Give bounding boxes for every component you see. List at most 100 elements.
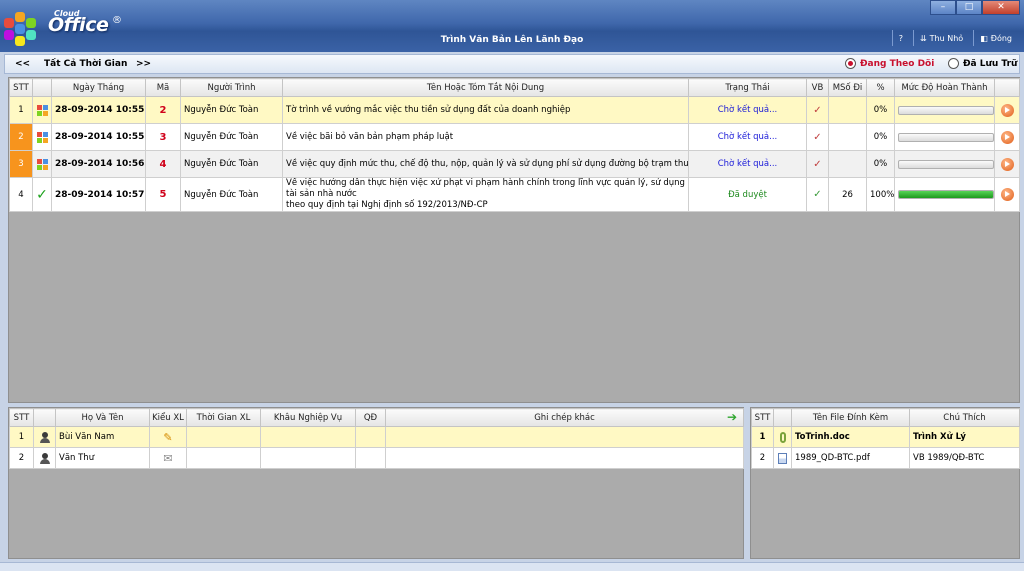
- col-qd[interactable]: QĐ: [355, 408, 386, 427]
- row-percent: 0%: [866, 123, 895, 151]
- col-progress[interactable]: Mức Độ Hoàn Thành: [894, 78, 995, 97]
- window-controls: – □ ✕: [930, 0, 1020, 15]
- row-status[interactable]: Chờ kết quả...: [688, 150, 807, 178]
- col-stage[interactable]: Khâu Nghiệp Vụ: [260, 408, 356, 427]
- radio-following[interactable]: Đang Theo Dõi: [845, 58, 934, 69]
- col-code[interactable]: Mã: [145, 78, 181, 97]
- col-status[interactable]: Trạng Thái: [688, 78, 807, 97]
- row-submitter: Nguyễn Đức Toàn: [180, 123, 283, 151]
- row-stt: 1: [751, 426, 774, 448]
- person-icon: [39, 452, 50, 464]
- table-row[interactable]: 2 1989_QD-BTC.pdf VB 1989/QĐ-BTC: [751, 447, 1020, 469]
- table-row[interactable]: 2 Văn Thư ✉: [9, 447, 744, 469]
- row-vb-check-icon: ✓: [806, 150, 829, 178]
- app-grid-icon: [36, 104, 48, 116]
- col-type[interactable]: Kiểu XL: [149, 408, 187, 427]
- row-stage: [260, 426, 356, 448]
- row-out-number: [828, 123, 867, 151]
- row-status[interactable]: Chờ kết quả...: [688, 123, 807, 151]
- col-submitter[interactable]: Người Trình: [180, 78, 283, 97]
- help-button[interactable]: ?: [891, 30, 909, 46]
- radio-archived[interactable]: Đã Lưu Trữ: [948, 58, 1017, 69]
- collapse-label: Thu Nhỏ: [929, 33, 964, 43]
- pencil-icon: ✎: [149, 426, 187, 448]
- col-stt[interactable]: STT: [9, 408, 34, 427]
- col-icon[interactable]: [33, 408, 56, 427]
- arrow-right-icon[interactable]: ➔: [727, 411, 737, 423]
- table-row[interactable]: 4 ✓ 28-09-2014 10:57 5 Nguyễn Đức Toàn V…: [9, 177, 1020, 212]
- radio-off-icon: [948, 58, 959, 69]
- title-bar: Cloud Office ® Trình Văn Bản Lên Lãnh Đạ…: [0, 0, 1024, 52]
- col-name[interactable]: Họ Và Tên: [55, 408, 150, 427]
- col-notes[interactable]: Ghi chép khác ➔: [385, 408, 744, 427]
- filter-bar: << Tất Cả Thời Gian >> Đang Theo Dõi Đã …: [4, 54, 1020, 74]
- prev-period-button[interactable]: <<: [15, 59, 30, 69]
- collapse-icon: ⇊: [919, 33, 927, 43]
- row-vb-check-icon: ✓: [806, 123, 829, 151]
- col-percent[interactable]: %: [866, 78, 895, 97]
- progress-bar: [898, 190, 994, 199]
- row-date: 28-09-2014 10:55: [51, 96, 146, 124]
- handlers-grid: STT Họ Và Tên Kiểu XL Thời Gian XL Khâu …: [8, 407, 744, 559]
- open-detail-icon[interactable]: [1000, 188, 1014, 201]
- row-out-number: 26: [828, 177, 867, 212]
- row-content-line1: Về việc hướng dẫn thực hiện việc xử phạt…: [286, 178, 685, 200]
- row-stt: 2: [751, 447, 774, 469]
- open-detail-icon[interactable]: [1000, 103, 1014, 117]
- row-file[interactable]: 1989_QD-BTC.pdf: [791, 447, 910, 469]
- open-detail-icon[interactable]: [1000, 157, 1014, 171]
- table-row[interactable]: 2 28-09-2014 10:55 3 Nguyễn Đức Toàn Về …: [9, 123, 1020, 151]
- approved-check-icon: ✓: [32, 177, 52, 212]
- documents-grid: STT Ngày Tháng Mã Người Trình Tên Hoặc T…: [8, 77, 1020, 403]
- row-submitter: Nguyễn Đức Toàn: [180, 96, 283, 124]
- col-notes-label: Ghi chép khác: [534, 412, 595, 423]
- row-code: 3: [145, 123, 181, 151]
- col-vb[interactable]: VB: [806, 78, 829, 97]
- pdf-icon: [778, 452, 787, 464]
- next-period-button[interactable]: >>: [136, 59, 151, 69]
- row-status[interactable]: Đã duyệt: [688, 177, 807, 212]
- minimize-button[interactable]: –: [930, 0, 956, 15]
- col-stt[interactable]: STT: [751, 408, 774, 427]
- table-row[interactable]: 1 Bùi Văn Nam ✎: [9, 426, 744, 448]
- window-title: Trình Văn Bản Lên Lãnh Đạo: [440, 35, 584, 45]
- col-icon[interactable]: [32, 78, 52, 97]
- row-qd: [355, 447, 386, 469]
- col-action[interactable]: [994, 78, 1020, 97]
- row-percent: 0%: [866, 96, 895, 124]
- row-time: [186, 447, 261, 469]
- row-file[interactable]: ToTrinh.doc: [791, 426, 910, 448]
- table-row[interactable]: 1 28-09-2014 10:55 2 Nguyễn Đức Toàn Tờ …: [9, 96, 1020, 124]
- row-stage: [260, 447, 356, 469]
- col-note[interactable]: Chú Thích: [909, 408, 1020, 427]
- collapse-button[interactable]: ⇊ Thu Nhỏ: [912, 30, 969, 46]
- col-stt[interactable]: STT: [9, 78, 33, 97]
- row-code: 2: [145, 96, 181, 124]
- col-content[interactable]: Tên Hoặc Tóm Tắt Nội Dung: [282, 78, 689, 97]
- row-stt: 4: [9, 177, 33, 212]
- row-date: 28-09-2014 10:57: [51, 177, 146, 212]
- col-out-number[interactable]: MSố Đi: [828, 78, 867, 97]
- row-code: 4: [145, 150, 181, 178]
- top-toolbar: ? ⇊ Thu Nhỏ ◧ Đóng: [891, 30, 1018, 46]
- open-detail-icon[interactable]: [1000, 130, 1014, 144]
- table-row[interactable]: 1 ToTrinh.doc Trình Xử Lý: [751, 426, 1020, 448]
- maximize-button[interactable]: □: [956, 0, 982, 15]
- row-date: 28-09-2014 10:55: [51, 123, 146, 151]
- row-status[interactable]: Chờ kết quả...: [688, 96, 807, 124]
- row-content: Về việc quy định mức thu, chế độ thu, nộ…: [282, 150, 689, 178]
- row-qd: [355, 426, 386, 448]
- row-time: [186, 426, 261, 448]
- table-row[interactable]: 3 28-09-2014 10:56 4 Nguyễn Đức Toàn Về …: [9, 150, 1020, 178]
- envelope-icon: ✉: [149, 447, 187, 469]
- col-date[interactable]: Ngày Tháng: [51, 78, 146, 97]
- handlers-header: STT Họ Và Tên Kiểu XL Thời Gian XL Khâu …: [9, 408, 744, 427]
- row-note: [385, 426, 744, 448]
- col-file[interactable]: Tên File Đính Kèm: [791, 408, 910, 427]
- close-window-button[interactable]: ✕: [982, 0, 1020, 15]
- col-time[interactable]: Thời Gian XL: [186, 408, 261, 427]
- progress-fill: [899, 191, 993, 198]
- col-icon[interactable]: [773, 408, 792, 427]
- row-stt: 1: [9, 426, 34, 448]
- exit-button[interactable]: ◧ Đóng: [973, 30, 1018, 46]
